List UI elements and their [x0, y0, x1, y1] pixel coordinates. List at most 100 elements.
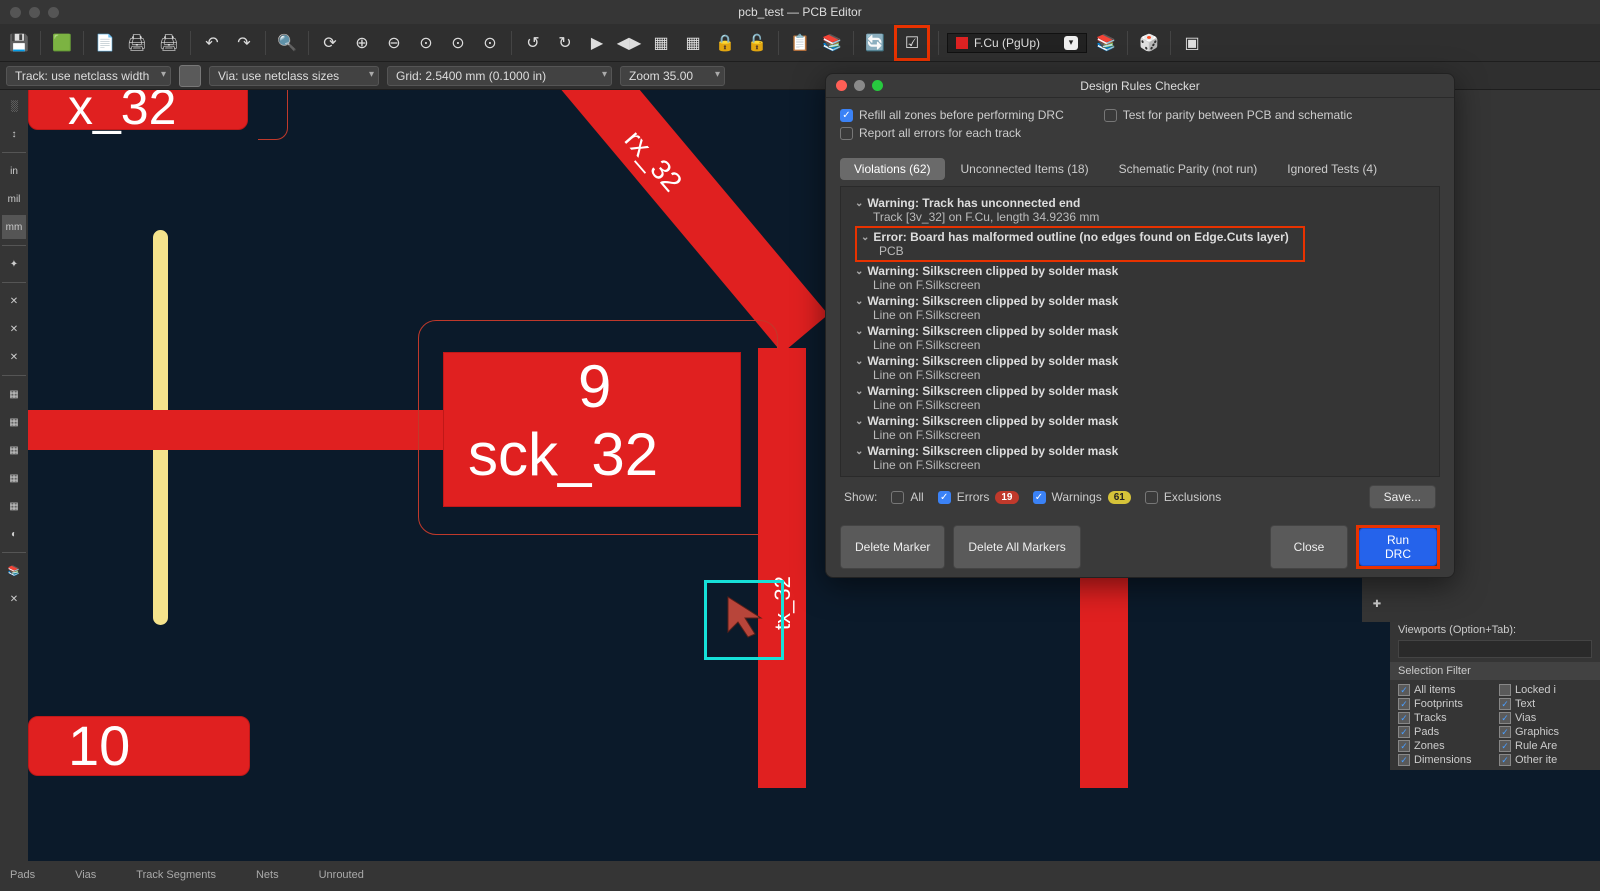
show-exclusions-label: Exclusions [1164, 490, 1221, 504]
rotate-ccw-icon[interactable]: ↺ [520, 30, 546, 56]
units-mm-icon[interactable]: mm [2, 215, 26, 239]
violation-item[interactable]: ⌄Warning: Silkscreen clipped by solder m… [855, 293, 1425, 323]
tab-parity[interactable]: Schematic Parity (not run) [1105, 158, 1272, 180]
grid-selector[interactable]: Grid: 2.5400 mm (0.1000 in) [387, 66, 612, 86]
filter-row[interactable]: ✓All items [1398, 684, 1491, 696]
pads-mode-icon[interactable]: ▦ [2, 410, 26, 434]
violation-item[interactable]: ⌄Warning: Silkscreen clipped by solder m… [855, 443, 1425, 473]
viewports-selector[interactable] [1398, 640, 1592, 658]
delete-marker-button[interactable]: Delete Marker [840, 525, 945, 569]
contrast-mode-icon[interactable]: ◐ [2, 522, 26, 546]
violation-item[interactable]: ⌄Warning: Silkscreen clipped by solder m… [855, 353, 1425, 383]
violations-list[interactable]: ⌄Warning: Track has unconnected endTrack… [840, 186, 1440, 477]
graphics-mode-icon[interactable]: ▦ [2, 494, 26, 518]
violation-item[interactable]: ⌄Warning: Silkscreen clipped by solder m… [855, 323, 1425, 353]
show-all-checkbox[interactable] [891, 491, 904, 504]
print-icon[interactable]: 🖨 [124, 30, 150, 56]
units-mil-icon[interactable]: mil [2, 187, 26, 211]
status-unrouted: Unrouted [319, 869, 364, 882]
zoom-tool-icon[interactable]: ⊙ [477, 30, 503, 56]
filter-row[interactable]: ✓Vias [1499, 712, 1592, 724]
all-errors-checkbox[interactable] [840, 127, 853, 140]
units-in-icon[interactable]: in [2, 159, 26, 183]
page-settings-icon[interactable]: 📄 [92, 30, 118, 56]
layers-manager-icon[interactable]: 📚 [2, 559, 26, 583]
filter-row[interactable]: ✓Graphics [1499, 726, 1592, 738]
tab-unconnected[interactable]: Unconnected Items (18) [947, 158, 1103, 180]
run-drc-button[interactable]: Run DRC [1359, 528, 1437, 566]
close-window-icon[interactable] [10, 7, 21, 18]
filter-row[interactable]: ✓Tracks [1398, 712, 1491, 724]
filter-row[interactable]: ✓Rule Are [1499, 740, 1592, 752]
show-warnings-checkbox[interactable]: ✓ [1033, 491, 1046, 504]
drc-icon[interactable]: ☑ [899, 30, 925, 56]
scripting-console-icon[interactable]: ▣ [1179, 30, 1205, 56]
zoom-in-icon[interactable]: ⊕ [349, 30, 375, 56]
filter-row[interactable]: ✓Footprints [1398, 698, 1491, 710]
tools-icon[interactable]: ✕ [2, 587, 26, 611]
zoom-selection-icon[interactable]: ⊙ [445, 30, 471, 56]
zones-mode-icon[interactable]: ▦ [2, 382, 26, 406]
tracks-mode-icon[interactable]: ▦ [2, 466, 26, 490]
tab-violations[interactable]: Violations (62) [840, 158, 945, 180]
polar-coords-icon[interactable]: ↕ [2, 122, 26, 146]
mirror-v-icon[interactable]: ▶ [584, 30, 610, 56]
violation-item[interactable]: ⌄Warning: Silkscreen clipped by solder m… [855, 263, 1425, 293]
minimize-window-icon[interactable] [29, 7, 40, 18]
maximize-window-icon[interactable] [48, 7, 59, 18]
undo-icon[interactable]: ↶ [199, 30, 225, 56]
ratsnest-curve-icon[interactable]: ✕ [2, 317, 26, 341]
layer-selector[interactable]: F.Cu (PgUp) ▾ [947, 33, 1087, 53]
violation-item[interactable]: ⌄Warning: Silkscreen clipped by solder m… [855, 383, 1425, 413]
ungroup-icon[interactable]: ▦ [680, 30, 706, 56]
zoom-fit-icon[interactable]: ⊙ [413, 30, 439, 56]
find-icon[interactable]: 🔍 [274, 30, 300, 56]
delete-all-markers-button[interactable]: Delete All Markers [953, 525, 1080, 569]
mirror-h-icon[interactable]: ◀▶ [616, 30, 642, 56]
save-report-button[interactable]: Save... [1369, 485, 1436, 509]
layers-stack-icon[interactable]: 📚 [1093, 30, 1119, 56]
parity-checkbox[interactable] [1104, 109, 1117, 122]
track-width-toggle[interactable] [179, 65, 201, 87]
board-setup-icon[interactable]: 🟩 [49, 30, 75, 56]
filter-row[interactable]: ✓Dimensions [1398, 754, 1491, 766]
dialog-close-icon[interactable] [836, 80, 847, 91]
add-icon[interactable]: ✚ [1365, 592, 1389, 616]
close-button[interactable]: Close [1270, 525, 1348, 569]
violation-item[interactable]: ⌄Warning: Track has unconnected endTrack… [855, 195, 1425, 225]
update-pcb-icon[interactable]: 🔄 [862, 30, 888, 56]
dialog-minimize-icon[interactable] [854, 80, 865, 91]
filter-row[interactable]: ✓Text [1499, 698, 1592, 710]
plot-icon[interactable]: 🖨 [156, 30, 182, 56]
grid-toggle-icon[interactable]: ░ [2, 94, 26, 118]
ratsnest-icon[interactable]: ✕ [2, 289, 26, 313]
save-icon[interactable]: 💾 [6, 30, 32, 56]
footprint-browser-icon[interactable]: 📚 [819, 30, 845, 56]
filter-row[interactable]: Locked i [1499, 684, 1592, 696]
filter-row[interactable]: ✓Pads [1398, 726, 1491, 738]
cursor-shape-icon[interactable]: ✦ [2, 252, 26, 276]
violation-item[interactable]: ⌄Warning: Silkscreen clipped by solder m… [855, 413, 1425, 443]
lock-icon[interactable]: 🔒 [712, 30, 738, 56]
track-width-selector[interactable]: Track: use netclass width [6, 66, 171, 86]
tab-ignored[interactable]: Ignored Tests (4) [1273, 158, 1391, 180]
filter-row[interactable]: ✓Other ite [1499, 754, 1592, 766]
zoom-selector[interactable]: Zoom 35.00 [620, 66, 725, 86]
dialog-maximize-icon[interactable] [872, 80, 883, 91]
filter-row[interactable]: ✓Zones [1398, 740, 1491, 752]
ratsnest-hide-icon[interactable]: ✕ [2, 345, 26, 369]
footprint-editor-icon[interactable]: 📋 [787, 30, 813, 56]
group-icon[interactable]: ▦ [648, 30, 674, 56]
zoom-out-icon[interactable]: ⊖ [381, 30, 407, 56]
rotate-cw-icon[interactable]: ↻ [552, 30, 578, 56]
violation-item[interactable]: ⌄Error: Board has malformed outline (no … [855, 225, 1425, 263]
3d-viewer-icon[interactable]: 🎲 [1136, 30, 1162, 56]
redo-icon[interactable]: ↷ [231, 30, 257, 56]
show-exclusions-checkbox[interactable] [1145, 491, 1158, 504]
vias-mode-icon[interactable]: ▦ [2, 438, 26, 462]
show-errors-checkbox[interactable]: ✓ [938, 491, 951, 504]
refill-checkbox[interactable]: ✓ [840, 109, 853, 122]
via-size-selector[interactable]: Via: use netclass sizes [209, 66, 379, 86]
unlock-icon[interactable]: 🔓 [744, 30, 770, 56]
refresh-icon[interactable]: ⟳ [317, 30, 343, 56]
